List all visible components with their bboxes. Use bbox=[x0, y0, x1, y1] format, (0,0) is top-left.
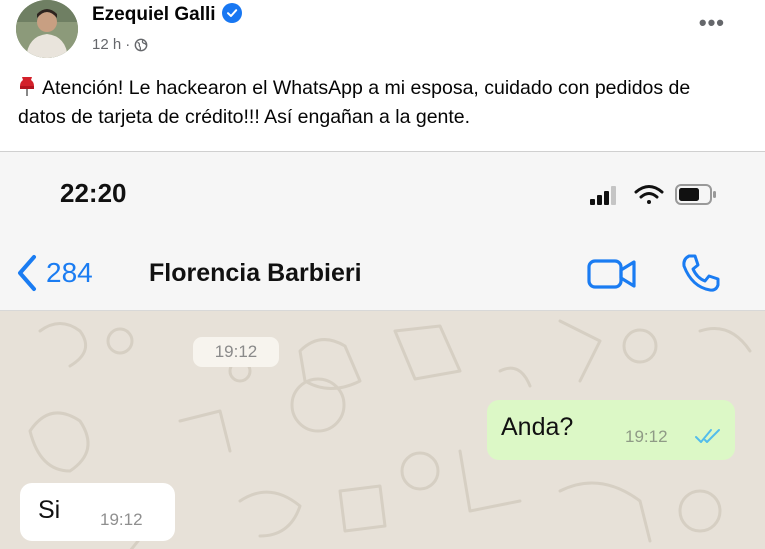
back-chevron-icon bbox=[18, 255, 36, 291]
back-button[interactable]: 284 bbox=[16, 254, 93, 292]
chat-header: 284 Florencia Barbieri bbox=[0, 238, 765, 311]
more-icon[interactable]: ••• bbox=[699, 10, 725, 36]
verified-badge-icon bbox=[221, 3, 242, 23]
date-pill: 19:12 bbox=[193, 337, 279, 367]
wifi-icon bbox=[634, 185, 664, 204]
status-icons bbox=[590, 184, 716, 205]
author-name-text[interactable]: Ezequiel Galli bbox=[92, 4, 216, 25]
post-time[interactable]: 12 h bbox=[92, 36, 121, 53]
message-time: 19:12 bbox=[625, 427, 668, 446]
post-header: Ezequiel Galli 12 h · ••• bbox=[0, 0, 765, 66]
incoming-message[interactable]: Si 19:12 bbox=[20, 483, 175, 541]
phone-icon[interactable] bbox=[680, 252, 722, 294]
author-name[interactable]: Ezequiel Galli bbox=[92, 3, 242, 26]
outgoing-message[interactable]: Anda? 19:12 bbox=[487, 400, 735, 460]
post-text-content: Atención! Le hackearon el WhatsApp a mi … bbox=[18, 77, 691, 128]
message-text: Si bbox=[38, 496, 61, 524]
whatsapp-screenshot[interactable]: 22:20 284 Florencia Barbieri 19:12 Anda?… bbox=[0, 151, 765, 549]
pushpin-emoji-icon bbox=[20, 77, 34, 96]
video-call-icon[interactable] bbox=[587, 255, 637, 293]
post-text: Atención! Le hackearon el WhatsApp a mi … bbox=[18, 74, 738, 132]
phone-status-bar: 22:20 bbox=[0, 152, 765, 238]
message-text: Anda? bbox=[501, 413, 574, 441]
meta-separator: · bbox=[125, 36, 131, 53]
message-time: 19:12 bbox=[100, 510, 143, 529]
signal-icon bbox=[590, 186, 616, 205]
status-time: 22:20 bbox=[60, 178, 127, 208]
chat-area[interactable]: 19:12 Anda? 19:12 Si 19:12 bbox=[0, 311, 765, 549]
battery-icon bbox=[675, 184, 716, 205]
globe-icon bbox=[134, 38, 148, 51]
unread-count: 284 bbox=[46, 257, 93, 288]
post-meta: 12 h · bbox=[92, 36, 148, 53]
avatar[interactable] bbox=[16, 0, 78, 58]
double-check-icon bbox=[695, 429, 720, 443]
contact-name[interactable]: Florencia Barbieri bbox=[149, 259, 362, 288]
